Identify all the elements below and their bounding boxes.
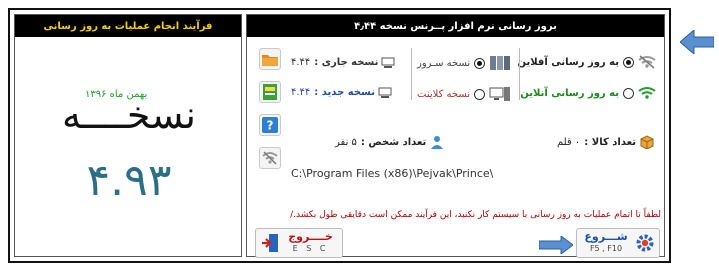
persons-count: تعداد شخص : ۵ نفر	[335, 135, 444, 149]
online-update-option[interactable]: به روز رسانی آنلاین	[520, 86, 656, 100]
start-label: شـــروع	[584, 230, 628, 243]
server-label: نسخه سـرور	[417, 57, 471, 69]
update-panel-title: بروز رسانی نرم افزار پــرنس نسخه ۴٫۴۴	[247, 15, 664, 37]
goods-count: تعداد کالا : ۰ قلم	[557, 135, 654, 149]
client-icon	[489, 87, 511, 101]
client-radio[interactable]	[474, 88, 486, 100]
current-version-label: نسخه جاری :	[314, 57, 379, 68]
help-button[interactable]: ?	[259, 114, 281, 136]
exit-shortcut: E S C	[292, 244, 329, 253]
server-version-option[interactable]: نسخه سـرور	[417, 55, 511, 71]
persons-count-value: ۵ نفر	[335, 136, 357, 148]
updater-window: فرآیند انجام عملیات به روز رسانی بهمن ما…	[0, 0, 719, 271]
goods-count-label: تعداد کالا :	[584, 136, 636, 148]
exit-label: خــــروج	[288, 230, 333, 243]
new-version-label: نسخه جدید :	[314, 87, 375, 98]
new-version: نسخه جدید : ۴.۴۴	[291, 87, 392, 98]
server-radio[interactable]	[474, 57, 486, 69]
online-radio[interactable]	[623, 87, 634, 99]
install-path: C:\Program Files (x86)\Pejvak\Prince\	[291, 167, 494, 180]
start-shortcut: F5 , F10	[589, 244, 623, 253]
offline-update-option[interactable]: به روز رسانی آفلاین	[517, 55, 656, 69]
progress-panel: فرآیند انجام عملیات به روز رسانی بهمن ما…	[14, 14, 242, 257]
new-version-value: ۴.۴۴	[291, 87, 311, 98]
persons-count-label: تعداد شخص :	[360, 136, 427, 148]
box-icon	[640, 135, 654, 149]
separator	[411, 48, 412, 100]
version-digit: .	[110, 155, 125, 206]
folder-icon	[262, 54, 278, 66]
monitor-icon	[381, 57, 395, 68]
warning-notice: لطفاً تا اتمام عملیات به روز رسانی با سی…	[290, 210, 661, 220]
main-frame: فرآیند انجام عملیات به روز رسانی بهمن ما…	[8, 8, 671, 263]
person-icon	[431, 136, 444, 149]
offline-label: به روز رسانی آفلاین	[517, 56, 619, 68]
goods-count-value: ۰ قلم	[556, 136, 581, 148]
start-button[interactable]: شـــروع F5 , F10	[576, 228, 660, 258]
online-label: به روز رسانی آنلاین	[520, 87, 619, 99]
offline-radio[interactable]	[623, 56, 634, 68]
wifi-off-icon	[638, 55, 656, 69]
exit-door-icon	[262, 234, 278, 252]
separator	[519, 48, 520, 100]
wifi-icon	[638, 87, 656, 99]
notes-icon	[263, 84, 277, 100]
gear-icon	[636, 234, 654, 252]
wifi-off-icon	[262, 151, 278, 165]
client-label: نسخه کلاینت	[417, 88, 471, 100]
version-digit: ۳	[147, 155, 172, 206]
svg-text:?: ?	[267, 119, 274, 133]
current-version-value: ۴.۴۴	[291, 57, 311, 68]
client-version-option[interactable]: نسخه کلاینت	[417, 86, 511, 102]
pointer-arrow-offline	[680, 30, 714, 54]
monitor-icon	[378, 87, 392, 98]
current-version: نسخه جاری : ۴.۴۴	[291, 57, 395, 68]
version-digit: ۹	[124, 155, 148, 206]
notes-button[interactable]	[259, 81, 281, 103]
connection-status-button[interactable]	[259, 147, 281, 169]
version-digit: ۴	[86, 155, 111, 206]
server-icon	[490, 56, 511, 70]
update-panel: بروز رسانی نرم افزار پــرنس نسخه ۴٫۴۴ ? …	[246, 14, 665, 258]
help-icon: ?	[262, 117, 278, 133]
pointer-arrow-start	[539, 236, 573, 254]
open-folder-button[interactable]	[259, 48, 281, 70]
progress-panel-title: فرآیند انجام عملیات به روز رسانی	[15, 15, 241, 37]
version-number: ۴.۹۳	[21, 155, 237, 206]
version-word: نسخــــه	[62, 93, 196, 137]
exit-button[interactable]: خــــروج E S C	[255, 228, 343, 258]
